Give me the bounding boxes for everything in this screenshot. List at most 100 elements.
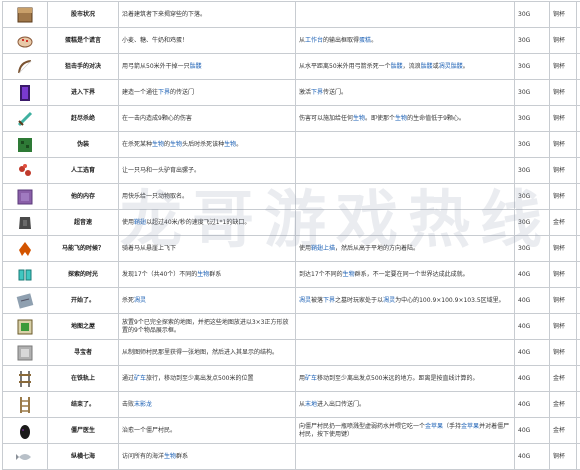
wiki-link[interactable]: 下界 — [158, 89, 170, 96]
achievement-title: 纵横七海 — [48, 444, 119, 470]
achievement-condition: 到达17个不同的生物群系，不一定要在同一个世界达成此成就。 — [296, 262, 515, 288]
extra-cell — [577, 262, 580, 288]
wiki-link[interactable]: 蛋糕 — [359, 37, 371, 44]
rail-icon — [16, 375, 34, 382]
table-row: 进入下界 建造一个通往下界的传送门 激活下界传送门。 30G 铜杯 — [3, 80, 580, 106]
wiki-link[interactable]: 金苹果 — [425, 423, 443, 430]
gamerscore: 40G — [515, 366, 550, 392]
purpur-icon — [16, 193, 34, 200]
table-row: 股市状况 沿着建筑者下来揭穿些的下落。 30G 铜杯 — [3, 2, 580, 28]
gamerscore: 40G — [515, 262, 550, 288]
wiki-link[interactable]: 矿车 — [134, 375, 146, 382]
wiki-link[interactable]: 骷髅 — [391, 63, 403, 70]
extra-cell — [577, 210, 580, 236]
wiki-link[interactable]: 生物 — [343, 271, 355, 278]
table-row: 伪装 在杀死某种生物的生物头后时杀死该种生物。 30G 铜杯 — [3, 132, 580, 158]
achievement-condition: 从工作台的输出框取得蛋糕。 — [296, 28, 515, 54]
achievement-description: 沿着建筑者下来揭穿些的下落。 — [119, 2, 296, 28]
achievement-description: 小麦、糖、牛奶和鸡蛋！ — [119, 28, 296, 54]
wiki-link[interactable]: 骷髅 — [421, 63, 433, 70]
table-row: 人工选育 让一只马和一头驴育出骡子。 30G 铜杯 — [3, 158, 580, 184]
wiki-link[interactable]: 生物 — [197, 271, 209, 278]
table-row: 在铁轨上 通过矿车旅行，移动到至少离出发点500米的位置 用矿车移动到至少离出发… — [3, 366, 580, 392]
wiki-link[interactable]: 生物 — [224, 141, 236, 148]
wiki-link[interactable]: 末影龙 — [134, 401, 152, 408]
wiki-link[interactable]: 生物 — [170, 141, 182, 148]
extra-cell — [577, 106, 580, 132]
row-icon-cell — [3, 2, 48, 28]
achievement-description: 在一击内造成9颗心的伤害 — [119, 106, 296, 132]
wiki-link[interactable]: 工作台 — [305, 37, 323, 44]
wiki-link[interactable]: 鞘翅 — [311, 245, 323, 252]
achievement-description: 通过矿车旅行，移动到至少离出发点500米的位置 — [119, 366, 296, 392]
row-icon-cell — [3, 262, 48, 288]
trophy-type: 铜杯 — [550, 444, 577, 470]
wiki-link[interactable]: 矿车 — [305, 375, 317, 382]
achievement-title: 蛋糕是个谎言 — [48, 28, 119, 54]
extra-cell — [577, 418, 580, 444]
wiki-link[interactable]: 骷髅 — [451, 63, 463, 70]
wiki-link[interactable]: 生物 — [152, 141, 164, 148]
armor-icon — [16, 219, 34, 226]
cake-icon — [16, 37, 34, 44]
trophy-type: 铜杯 — [550, 262, 577, 288]
trophy-type: 铜杯 — [550, 28, 577, 54]
table-row: 马能飞的时候？ 骑着马从悬崖上飞下 使用鞘翅上描，然后从高于平地的方向着陆。 3… — [3, 236, 580, 262]
extra-cell — [577, 28, 580, 54]
ladder-icon — [16, 401, 34, 408]
gamerscore: 30G — [515, 184, 550, 210]
row-icon-cell — [3, 158, 48, 184]
gamerscore: 40G — [515, 418, 550, 444]
wiki-link[interactable]: 鞘翅 — [134, 219, 146, 226]
fish-icon — [16, 453, 34, 460]
extra-cell — [577, 366, 580, 392]
achievement-condition: 用矿车移动到至少离出发点500米远的地方。距离是按直线计算的。 — [296, 366, 515, 392]
wiki-link[interactable]: 凋灵 — [134, 297, 146, 304]
wiki-link[interactable]: 生物 — [164, 453, 176, 460]
wiki-link[interactable]: 骷髅 — [190, 63, 202, 70]
achievement-title: 狙击手的对决 — [48, 54, 119, 80]
trophy-type: 铜杯 — [550, 288, 577, 314]
achievement-description: 访问所有的海洋生物群系 — [119, 444, 296, 470]
achievement-title: 赶尽杀绝 — [48, 106, 119, 132]
extra-cell — [577, 392, 580, 418]
wiki-link[interactable]: 上描 — [323, 245, 335, 252]
extra-cell — [577, 158, 580, 184]
gamerscore: 40G — [515, 314, 550, 340]
trophy-type: 铜杯 — [550, 236, 577, 262]
trophy-type: 金杯 — [550, 210, 577, 236]
table-row: 超音速 使用鞘翅以超过40米/秒的速度飞过1*1的缺口。 30G 金杯 — [3, 210, 580, 236]
trophy-type: 铜杯 — [550, 54, 577, 80]
achievement-title: 地图之屋 — [48, 314, 119, 340]
trophy-type: 铜杯 — [550, 132, 577, 158]
wiki-link[interactable]: 凋灵 — [439, 63, 451, 70]
wiki-link[interactable]: 凋灵 — [299, 297, 311, 304]
trophy-type: 铜杯 — [550, 106, 577, 132]
achievement-title: 超音速 — [48, 210, 119, 236]
table-row: 结束了。 击败末影龙 从末地进入出口传送门。 40G 金杯 — [3, 392, 580, 418]
gamerscore: 30G — [515, 236, 550, 262]
row-icon-cell — [3, 184, 48, 210]
extra-cell — [577, 288, 580, 314]
wiki-link[interactable]: 金苹果 — [461, 423, 479, 430]
wiki-link[interactable]: 下界 — [323, 297, 335, 304]
gamerscore: 40G — [515, 444, 550, 470]
achievement-condition — [296, 158, 515, 184]
achievement-description: 从制图师村民那里获得一张地图，然后进入其显示的结构。 — [119, 340, 296, 366]
wiki-link[interactable]: 下界 — [311, 89, 323, 96]
wiki-link[interactable]: 生物 — [395, 115, 407, 122]
trophy-type: 铜杯 — [550, 2, 577, 28]
achievement-condition: 向僵尸村民扔一瓶喷溅型虚弱药水并喂它吃一个金苹果（手持金苹果并对着僵尸村民，按下… — [296, 418, 515, 444]
extra-cell — [577, 444, 580, 470]
gamerscore: 30G — [515, 80, 550, 106]
gamerscore: 40G — [515, 392, 550, 418]
wiki-link[interactable]: 凋灵 — [383, 297, 395, 304]
wiki-link[interactable]: 末地 — [305, 401, 317, 408]
table-row: 他的内存 用快乐给一只动物取名。 30G 铜杯 — [3, 184, 580, 210]
wiki-link[interactable]: 生物 — [353, 115, 365, 122]
achievement-description: 在杀死某种生物的生物头后时杀死该种生物。 — [119, 132, 296, 158]
achievement-title: 马能飞的时候？ — [48, 236, 119, 262]
gamerscore: 30G — [515, 54, 550, 80]
row-icon-cell — [3, 132, 48, 158]
row-icon-cell — [3, 106, 48, 132]
